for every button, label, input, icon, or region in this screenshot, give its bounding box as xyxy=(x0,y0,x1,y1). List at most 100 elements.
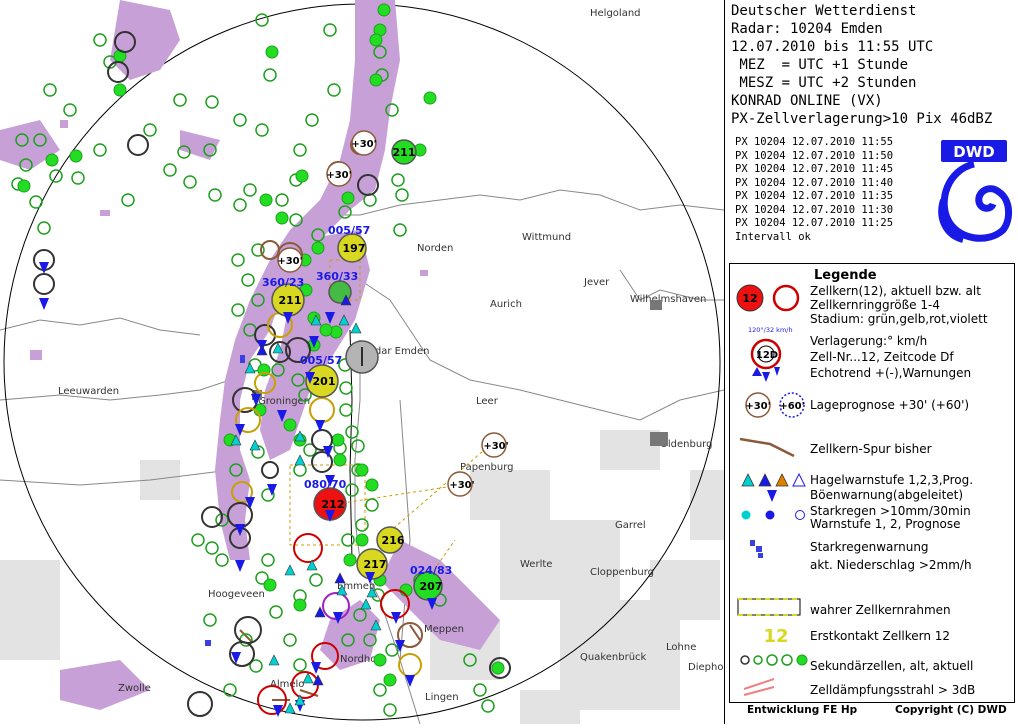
secondary-cell-ring xyxy=(473,683,487,697)
secondary-cell-ring xyxy=(373,683,387,697)
secondary-cell-ring xyxy=(215,553,229,567)
secondary-cell-dot xyxy=(113,83,127,97)
secondary-cell-dot xyxy=(259,193,273,207)
cell-number: 207 xyxy=(420,580,443,593)
place-label: Diepholz xyxy=(688,662,724,673)
cell-number: 211 xyxy=(393,146,416,159)
cell-number: 212 xyxy=(322,498,345,511)
legend-track: Zellkern-Spur bisher xyxy=(810,442,932,456)
hail-warning-triangle xyxy=(350,322,362,334)
legend-move-cell: 12D xyxy=(756,350,778,361)
secondary-cell-ring xyxy=(43,83,57,97)
movement-label: 024/83 xyxy=(410,564,452,577)
secondary-cell-ring xyxy=(383,703,397,717)
legend-hail: Hagelwarnstufe 1,2,3,Prog. xyxy=(810,473,974,487)
legend-move-label: 120°/32 km/h xyxy=(748,326,793,334)
forecast-marker: +30' xyxy=(277,247,303,273)
secondary-cell-ring xyxy=(143,123,157,137)
secondary-cell-dot xyxy=(423,91,437,105)
secondary-cell-ring xyxy=(293,143,307,157)
footer-copyright: Copyright (C) DWD xyxy=(895,704,1007,716)
movement-label: 080/70 xyxy=(304,478,347,491)
secondary-cell-dot xyxy=(319,323,333,337)
legend-forecast-30: +30' xyxy=(745,401,770,412)
secondary-cell-dot xyxy=(369,73,383,87)
secondary-cell-ring xyxy=(339,381,353,395)
scan-entry: PX 10204 12.07.2010 11:45 xyxy=(735,163,894,175)
secondary-cell-ring xyxy=(351,439,365,453)
place-label: Groningen xyxy=(258,396,310,407)
secondary-cell-ring xyxy=(233,198,247,212)
secondary-cell-dot xyxy=(331,433,345,447)
place-label: Hoogeveen xyxy=(208,589,265,600)
secondary-cell-dot xyxy=(17,179,31,193)
scan-entry: PX 10204 12.07.2010 11:30 xyxy=(735,203,894,216)
secondary-cell-ring xyxy=(203,613,217,627)
secondary-cell-ring xyxy=(208,188,222,202)
cell-core: 211 xyxy=(391,139,417,165)
secondary-cell-ring xyxy=(305,113,319,127)
secondary-cell-ring xyxy=(93,143,107,157)
legend-first-contact: Erstkontakt Zellkern 12 xyxy=(810,629,951,643)
info-panel: Deutscher Wetterdienst Radar: 10204 Emde… xyxy=(724,0,1018,724)
scan-entry: PX 10204 12.07.2010 11:25 xyxy=(735,217,894,229)
legend-rain-2: Warnstufe 1, 2, Prognose xyxy=(810,517,961,531)
secondary-cell-ring xyxy=(173,93,187,107)
secondary-cell-ring xyxy=(93,33,107,47)
legend-rain-1: Starkregen >10mm/30min xyxy=(810,504,971,518)
legend-gust: Böenwarnung(abgeleitet) xyxy=(810,488,964,502)
secondary-cell-dot xyxy=(369,33,383,47)
place-label: Quakenbrück xyxy=(580,652,647,663)
secondary-cell-ring xyxy=(263,68,277,82)
place-label: Lingen xyxy=(425,692,459,703)
forecast-label: +30' xyxy=(277,256,302,267)
legend-cellcore-3: Stadium: grün,gelb,rot,violett xyxy=(810,312,988,326)
interval-status: Intervall ok xyxy=(735,231,811,243)
place-label: Jever xyxy=(583,277,610,288)
secondary-cell-ring xyxy=(293,463,307,477)
forecast-label: +30' xyxy=(449,480,474,491)
cell-number: 217 xyxy=(364,558,387,571)
secondary-cell-ring xyxy=(309,573,323,587)
secondary-cell-ring xyxy=(243,183,257,197)
legend-heavyrain: Starkregenwarnung xyxy=(810,540,929,554)
legend-forecast-60: +60' xyxy=(779,401,804,412)
movement-label: 360/33 xyxy=(316,270,358,283)
movement-label: 005/57 xyxy=(300,354,342,367)
header-radar: Radar: 10204 Emden xyxy=(731,21,883,37)
cell-core: 197 xyxy=(337,233,367,263)
secondary-cell-ring xyxy=(121,193,135,207)
header-product: KONRAD ONLINE (VX) xyxy=(731,93,883,109)
secondary-cell-dot xyxy=(295,169,309,183)
place-label: Meppen xyxy=(424,624,464,635)
hail-warning-triangle xyxy=(334,572,346,584)
place-label: Wilhelmshaven xyxy=(630,294,706,305)
secondary-cell-ring xyxy=(365,498,379,512)
radar-map-canvas: Helgoland Norden Wittmund Jever Aurich W… xyxy=(0,0,731,725)
secondary-cell-ring xyxy=(391,173,405,187)
legend-precip: akt. Niederschlag >2mm/h xyxy=(810,558,972,572)
place-label: Norden xyxy=(417,243,453,254)
secondary-cell-dot xyxy=(293,598,307,612)
legend-move-2: Zell-Nr...12, Zeitcode Df xyxy=(810,350,954,364)
place-label: Aurich xyxy=(490,299,522,310)
gust-warning-arrow xyxy=(39,262,49,274)
place-label: Leer xyxy=(476,396,499,407)
secondary-cell-dot xyxy=(365,478,379,492)
secondary-cell-dot xyxy=(283,418,297,432)
secondary-cell-dot xyxy=(333,453,347,467)
place-label: Helgoland xyxy=(590,8,641,19)
header-org: Deutscher Wetterdienst xyxy=(731,3,917,19)
secondary-cell-ring xyxy=(393,223,407,237)
secondary-cell-ring xyxy=(323,23,337,37)
legend-secondary: Sekundärzellen, alt, aktuell xyxy=(810,659,974,673)
forecast-marker: +30' xyxy=(326,161,352,187)
svg-text:DWD: DWD xyxy=(953,143,994,161)
legend-cellcore-2: Zellkernringgröße 1-4 xyxy=(810,298,940,312)
secondary-cell-ring xyxy=(29,195,43,209)
secondary-cell-dot xyxy=(265,45,279,59)
secondary-cell-dot xyxy=(311,241,325,255)
scan-entry: PX 10204 12.07.2010 11:55 xyxy=(735,136,894,148)
secondary-cell-ring xyxy=(37,221,51,235)
gust-warning-arrow xyxy=(39,298,49,310)
